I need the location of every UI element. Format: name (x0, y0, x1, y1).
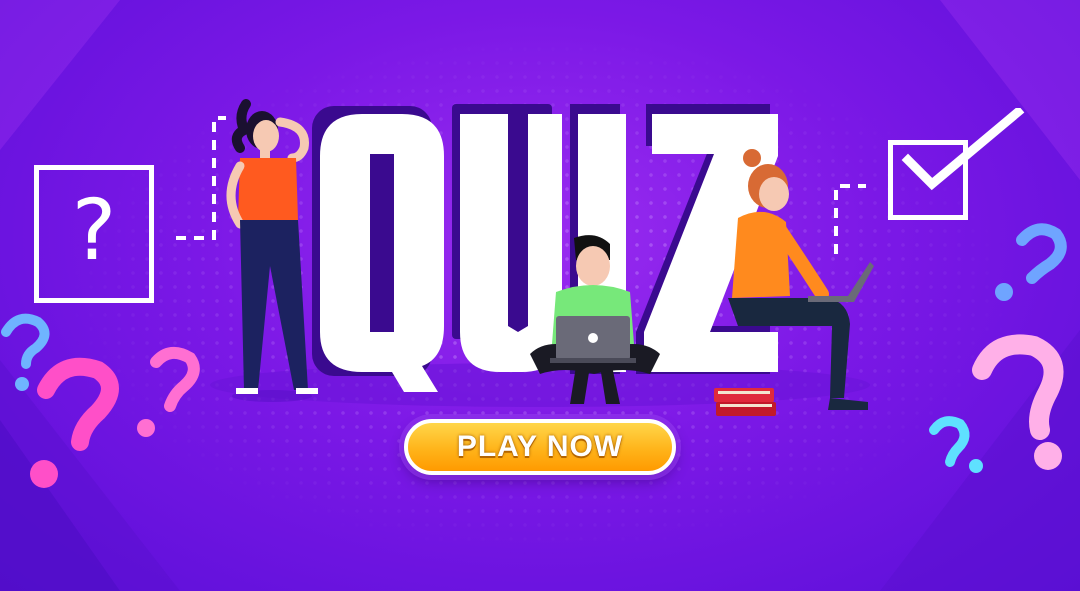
question-mark-icon (995, 223, 1067, 301)
question-mark-icon (972, 334, 1064, 470)
woman-thinking-figure (226, 99, 318, 402)
question-mark-icon (137, 346, 200, 437)
question-box-glyph: ? (71, 181, 117, 279)
question-mark-icon (30, 357, 119, 488)
checkmark-icon (901, 108, 1025, 191)
laptop-icon (550, 316, 636, 363)
quiz-banner: ? PLAY NOW (0, 0, 1080, 591)
book-icon (714, 388, 776, 416)
question-mark-icon (1, 313, 50, 391)
question-marks-right (929, 223, 1067, 473)
question-box-icon: ? (34, 165, 154, 303)
play-now-button[interactable]: PLAY NOW (404, 419, 676, 475)
man-laptop-figure (530, 235, 660, 404)
woman-laptop-figure (728, 149, 874, 410)
question-marks-left (1, 313, 200, 488)
play-now-label: PLAY NOW (456, 430, 624, 463)
question-mark-icon (929, 416, 983, 473)
